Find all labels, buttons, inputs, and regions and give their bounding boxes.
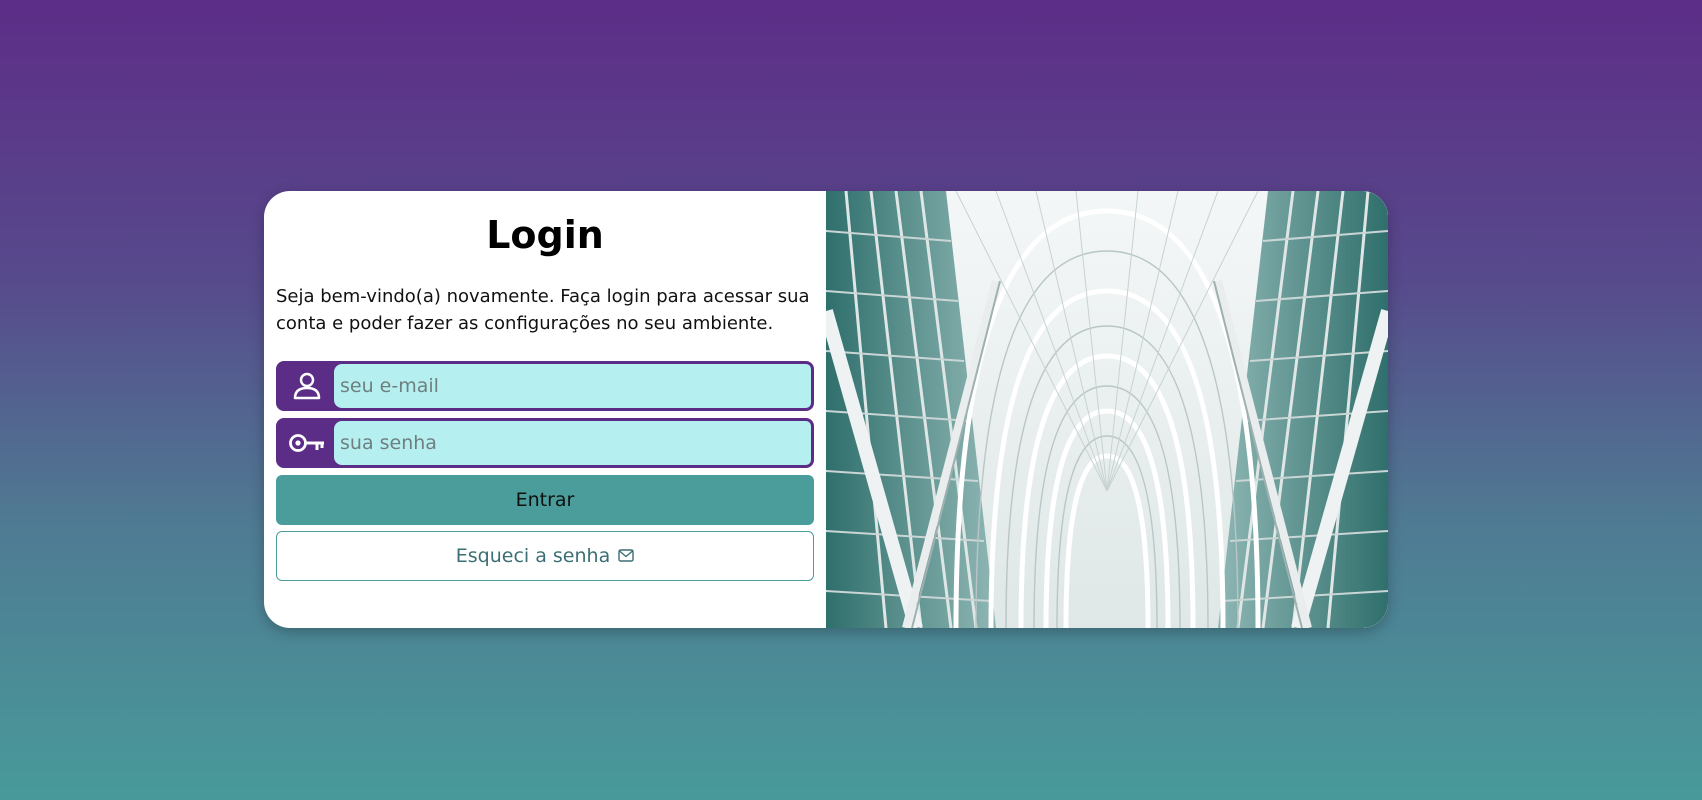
user-icon xyxy=(279,364,334,408)
password-input[interactable] xyxy=(334,421,811,465)
email-input[interactable] xyxy=(334,364,811,408)
hero-image xyxy=(826,191,1388,628)
login-panel: Login Seja bem-vindo(a) novamente. Faça … xyxy=(264,191,826,628)
page-title: Login xyxy=(486,213,604,257)
forgot-password-button[interactable]: Esqueci a senha xyxy=(276,531,814,581)
forgot-password-label: Esqueci a senha xyxy=(455,545,611,567)
login-card: Login Seja bem-vindo(a) novamente. Faça … xyxy=(264,191,1388,628)
welcome-text: Seja bem-vindo(a) novamente. Faça login … xyxy=(276,286,810,334)
login-button[interactable]: Entrar xyxy=(276,475,814,525)
key-icon xyxy=(279,421,334,465)
password-field-group xyxy=(276,418,814,468)
envelope-icon xyxy=(618,545,634,567)
email-field-group xyxy=(276,361,814,411)
atrium-illustration xyxy=(826,191,1388,628)
